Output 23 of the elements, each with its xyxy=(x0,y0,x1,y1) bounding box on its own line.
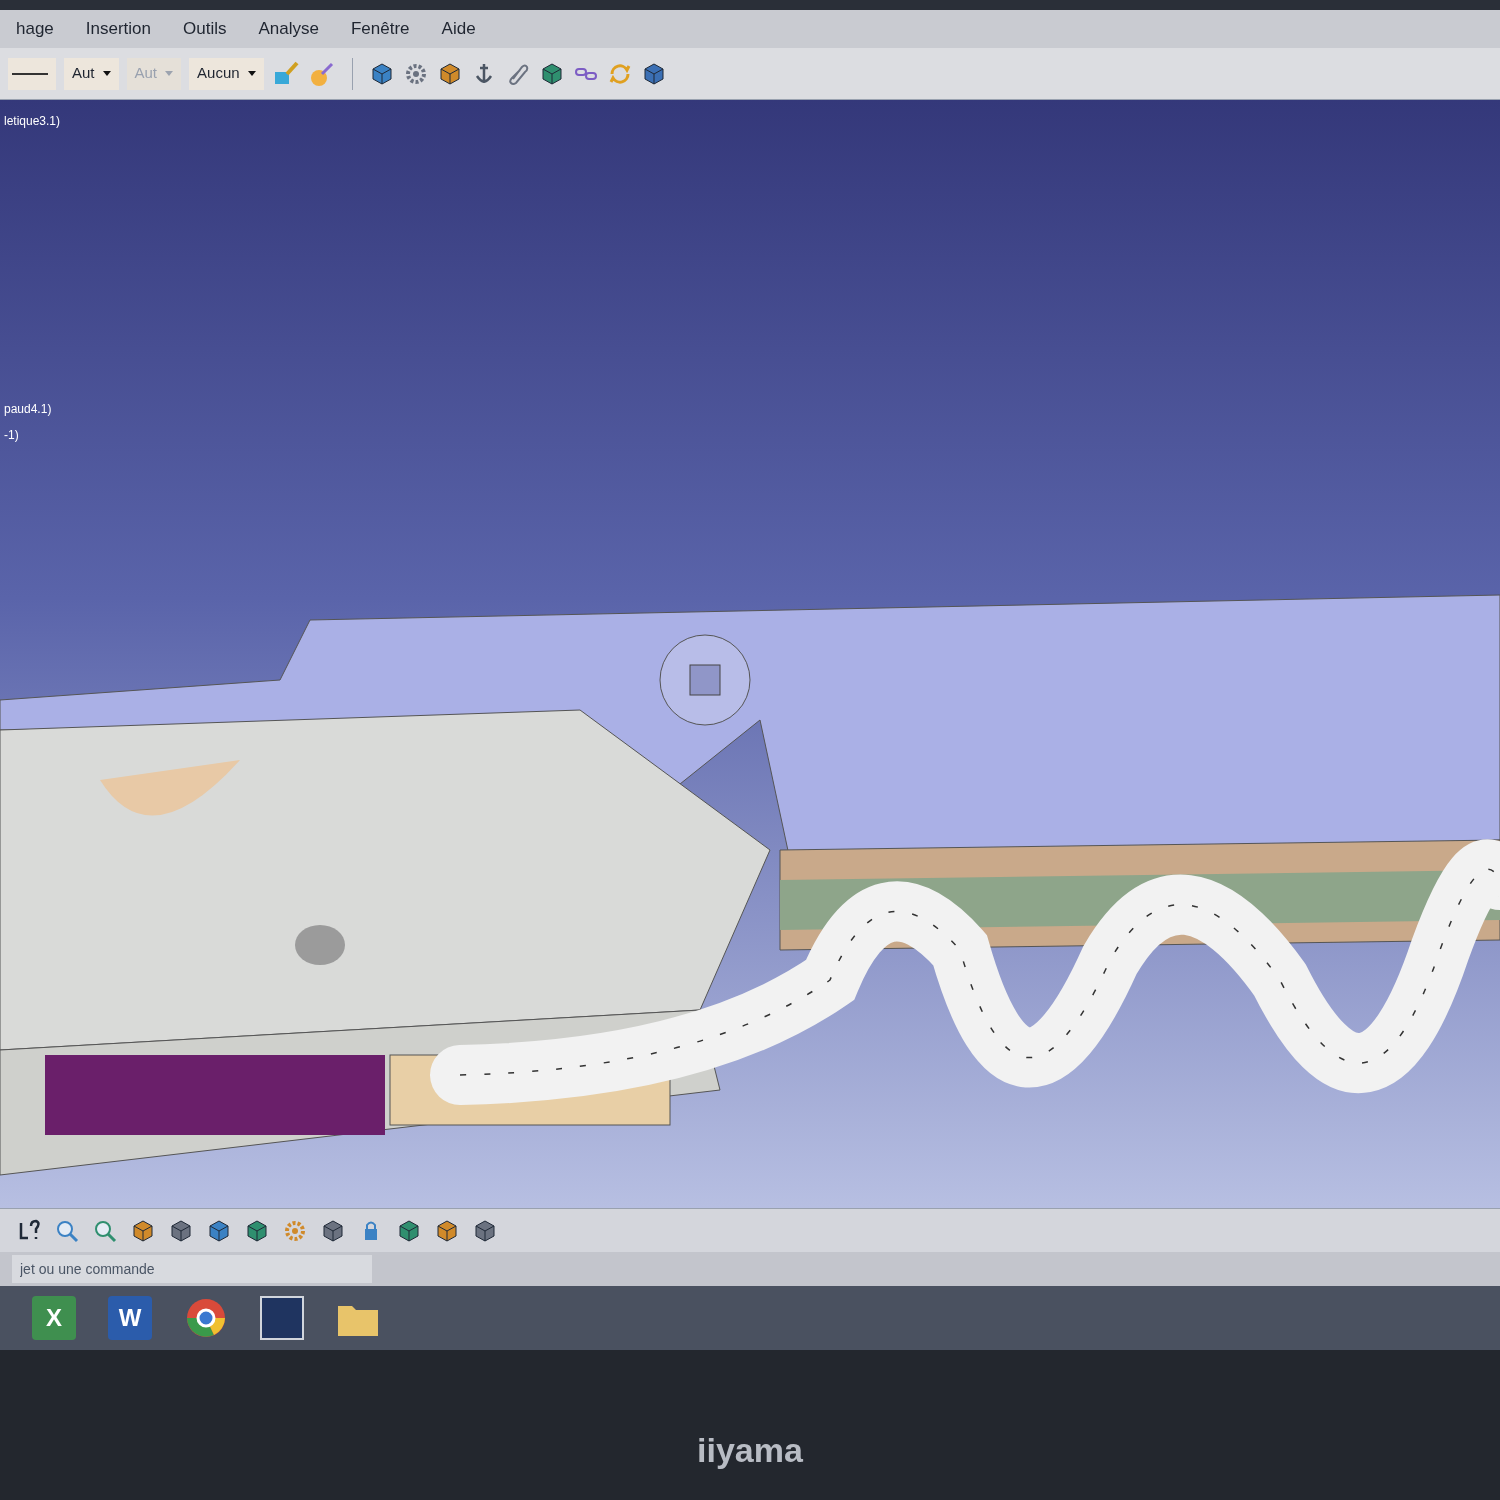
app-tile[interactable]: W xyxy=(108,1296,152,1340)
dropdown[interactable]: Aucun xyxy=(189,57,264,90)
dropdown[interactable]: Aut xyxy=(64,57,119,90)
menu-item[interactable]: hage xyxy=(16,16,54,42)
menu-item[interactable]: Aide xyxy=(441,16,476,42)
menu-item[interactable]: Analyse xyxy=(258,16,319,42)
app-tile[interactable]: X xyxy=(32,1296,76,1340)
3d-viewport[interactable]: letique3.1) paud4.1) -1) xyxy=(0,100,1500,1208)
menu-item[interactable]: Outils xyxy=(183,16,227,42)
command-input-field[interactable]: jet ou une commande xyxy=(12,1255,372,1283)
caret-icon xyxy=(102,71,111,76)
tree-node-label[interactable]: letique3.1) xyxy=(4,114,61,128)
line-style-dropdown[interactable] xyxy=(8,57,56,90)
browser-icon[interactable] xyxy=(184,1296,228,1340)
line-sample-icon xyxy=(12,71,48,76)
caret-icon xyxy=(247,71,256,76)
brand-logo-text: iiyama xyxy=(697,1430,803,1471)
tree-node-label[interactable]: paud4.1) xyxy=(4,400,52,418)
tree-node-label[interactable]: -1) xyxy=(4,426,52,444)
caret-icon xyxy=(165,71,174,76)
menu-item[interactable]: Insertion xyxy=(85,16,152,42)
menu-item[interactable]: Fenêtre xyxy=(351,16,410,42)
image-thumbnail-icon[interactable] xyxy=(260,1296,304,1340)
